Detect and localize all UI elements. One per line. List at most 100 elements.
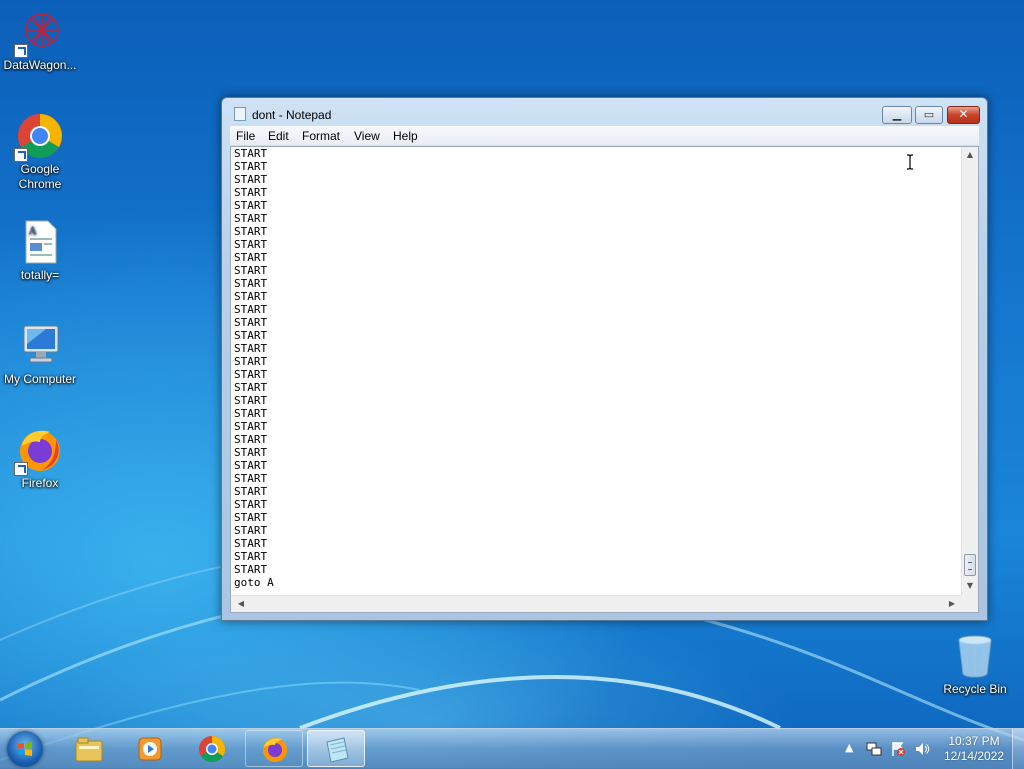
text-line: START: [234, 290, 268, 303]
desktop-icon-chrome[interactable]: Google Chrome: [0, 112, 80, 192]
text-line: START: [234, 459, 268, 472]
taskbar-chrome[interactable]: [183, 730, 241, 767]
desktop-icon-label: Google Chrome: [18, 162, 62, 191]
clock-date: 12/14/2022: [943, 749, 1005, 763]
menu-view[interactable]: View: [354, 129, 380, 143]
clock-time: 10:37 PM: [948, 734, 1000, 748]
desktop-icon-recycle-bin[interactable]: Recycle Bin: [935, 632, 1015, 697]
desktop-icon-label: Recycle Bin: [943, 682, 1007, 696]
text-line: START: [234, 342, 268, 355]
text-cursor-icon: [907, 154, 913, 170]
text-line: START: [234, 225, 268, 238]
text-line: START: [234, 524, 268, 537]
desktop-icon-datawagon[interactable]: DataWagon...: [0, 8, 80, 73]
windows-explorer-icon: [75, 737, 103, 762]
text-line: START: [234, 537, 268, 550]
system-clock[interactable]: 10:37 PM 12/14/2022: [937, 734, 1011, 764]
taskbar-media-player[interactable]: [121, 730, 179, 767]
recycle-bin-icon: [951, 632, 999, 680]
text-line: START: [234, 329, 268, 342]
text-line: START: [234, 355, 268, 368]
text-line: START: [234, 407, 268, 420]
text-content[interactable]: START START START START START START START START…: [231, 147, 962, 595]
taskbar-explorer[interactable]: [60, 730, 118, 767]
text-line: START: [234, 446, 268, 459]
text-line: START: [234, 394, 268, 407]
maximize-button[interactable]: ▭: [915, 106, 943, 124]
firefox-icon: [263, 738, 287, 762]
volume-icon[interactable]: [914, 741, 930, 757]
scroll-thumb[interactable]: [964, 554, 976, 576]
chrome-icon: [199, 735, 226, 763]
desktop-icon-document[interactable]: A totally=: [0, 218, 80, 283]
text-line: START: [234, 381, 268, 394]
text-editor[interactable]: START START START START START START START START…: [230, 146, 979, 613]
desktop-icon-label: Firefox: [21, 476, 59, 490]
text-line: START: [234, 550, 268, 563]
text-line: START: [234, 251, 268, 264]
text-line: START: [234, 485, 268, 498]
text-line: START: [234, 277, 268, 290]
menu-bar: File Edit Format View Help: [230, 126, 979, 146]
text-line: START: [234, 303, 268, 316]
taskbar-firefox[interactable]: [245, 730, 303, 767]
maximize-icon: ▭: [923, 108, 935, 121]
desktop-icon-label: DataWagon...: [3, 58, 77, 72]
title-bar[interactable]: dont - Notepad ▁ ▭ ✕: [222, 98, 987, 126]
desktop-icon-label: My Computer: [3, 372, 77, 386]
text-line: START: [234, 186, 268, 199]
show-hidden-icons[interactable]: ▲: [845, 741, 853, 754]
close-icon: ✕: [958, 107, 969, 121]
notepad-window: dont - Notepad ▁ ▭ ✕ File Edit Format Vi…: [221, 97, 988, 621]
window-title: dont - Notepad: [252, 108, 332, 122]
text-line: START: [234, 160, 268, 173]
start-button[interactable]: [7, 731, 43, 767]
text-line: START: [234, 173, 268, 186]
text-line: goto A: [234, 576, 274, 589]
minimize-button[interactable]: ▁: [882, 106, 912, 124]
text-line: START: [234, 472, 268, 485]
text-line: START: [234, 199, 268, 212]
close-button[interactable]: ✕: [947, 106, 980, 124]
chrome-icon: [14, 112, 64, 162]
text-line: START: [234, 368, 268, 381]
desktop-icon-my-computer[interactable]: My Computer: [0, 322, 80, 387]
scroll-down-icon[interactable]: ▼: [962, 581, 978, 590]
taskbar: ▲ 10:37 PM 12/14/2022: [0, 728, 1024, 769]
action-center-icon[interactable]: [890, 741, 906, 757]
computer-icon: [16, 322, 64, 370]
notepad-icon: [234, 107, 246, 121]
notepad-icon: [326, 737, 349, 763]
text-line: START: [234, 264, 268, 277]
media-player-icon: [138, 737, 162, 761]
menu-help[interactable]: Help: [393, 129, 418, 143]
menu-file[interactable]: File: [236, 129, 255, 143]
text-line: START: [234, 212, 268, 225]
text-line: START: [234, 420, 268, 433]
text-line: START: [234, 238, 268, 251]
desktop-icon-firefox[interactable]: Firefox: [0, 426, 80, 491]
firefox-icon: [14, 426, 64, 476]
svg-text:A: A: [28, 226, 37, 237]
datawagon-icon: [14, 8, 64, 58]
desktop-icon-label: totally=: [20, 268, 60, 282]
taskbar-notepad[interactable]: [307, 730, 365, 767]
text-line: START: [234, 316, 268, 329]
text-line: START: [234, 511, 268, 524]
network-icon[interactable]: [866, 741, 882, 757]
windows-logo-icon: [18, 742, 32, 756]
scroll-right-icon[interactable]: ▶: [944, 599, 960, 608]
vertical-scrollbar[interactable]: ▲ ▼: [961, 147, 978, 595]
document-icon: A: [16, 218, 64, 266]
minimize-icon: ▁: [892, 108, 902, 121]
menu-edit[interactable]: Edit: [268, 129, 289, 143]
horizontal-scrollbar[interactable]: ◀ ▶: [231, 595, 962, 612]
show-desktop-button[interactable]: [1012, 729, 1024, 769]
text-line: START: [234, 498, 268, 511]
scroll-up-icon[interactable]: ▲: [962, 150, 978, 159]
text-line: START: [234, 433, 268, 446]
resize-grip[interactable]: [961, 595, 978, 612]
scroll-left-icon[interactable]: ◀: [233, 599, 249, 608]
text-line: START: [234, 147, 268, 160]
menu-format[interactable]: Format: [302, 129, 340, 143]
